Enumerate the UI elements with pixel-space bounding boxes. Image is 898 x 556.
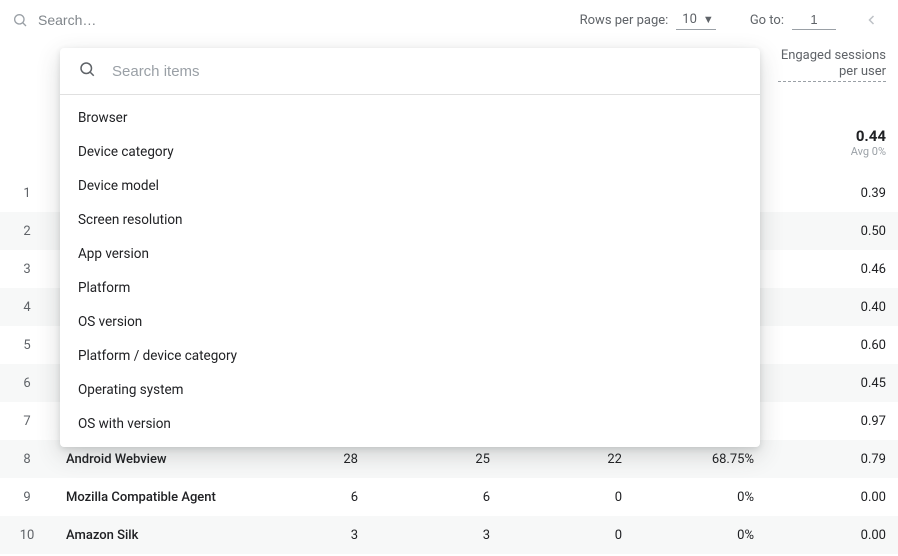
row-value: 0%	[634, 516, 766, 554]
dimension-search-input[interactable]	[110, 62, 742, 81]
dimension-option[interactable]: Screen resolution	[60, 203, 760, 237]
row-value: 6	[238, 478, 370, 516]
row-index: 2	[0, 212, 54, 250]
row-engaged-sessions: 0.50	[766, 212, 898, 250]
dimension-option[interactable]: Device model	[60, 169, 760, 203]
row-index: 8	[0, 440, 54, 478]
goto-page-input[interactable]	[792, 10, 836, 30]
dimension-option[interactable]: Browser	[60, 101, 760, 135]
summary-sub: Avg 0%	[778, 145, 886, 158]
row-index: 3	[0, 250, 54, 288]
row-value: 6	[370, 478, 502, 516]
dimension-picker-dropdown: BrowserDevice categoryDevice modelScreen…	[60, 48, 760, 447]
dimension-option[interactable]: OS version	[60, 305, 760, 339]
row-index: 6	[0, 364, 54, 402]
row-value: 0	[502, 478, 634, 516]
goto-label: Go to:	[750, 13, 784, 28]
rows-per-page-select[interactable]: 10 ▼	[676, 10, 716, 30]
row-index: 5	[0, 326, 54, 364]
row-value: 3	[370, 516, 502, 554]
dimension-option[interactable]: Platform	[60, 271, 760, 305]
dimension-option[interactable]: App version	[60, 237, 760, 271]
row-engaged-sessions: 0.79	[766, 440, 898, 478]
row-index: 4	[0, 288, 54, 326]
chevron-down-icon: ▼	[703, 13, 714, 26]
row-browser[interactable]: Amazon Silk	[54, 516, 238, 554]
table-row: 9Mozilla Compatible Agent6600%0.00	[0, 478, 898, 516]
row-engaged-sessions: 0.60	[766, 326, 898, 364]
pager-prev-button[interactable]	[858, 6, 886, 34]
row-index: 9	[0, 478, 54, 516]
row-engaged-sessions: 0.39	[766, 174, 898, 212]
rows-per-page-value: 10	[682, 12, 697, 27]
row-engaged-sessions: 0.00	[766, 478, 898, 516]
row-engaged-sessions: 0.40	[766, 288, 898, 326]
row-engaged-sessions: 0.97	[766, 402, 898, 440]
row-index: 10	[0, 516, 54, 554]
rows-per-page-label: Rows per page:	[580, 13, 669, 28]
row-value: 0%	[634, 478, 766, 516]
row-index: 1	[0, 174, 54, 212]
row-value: 0	[502, 516, 634, 554]
table-row: 10Amazon Silk3300%0.00	[0, 516, 898, 554]
row-engaged-sessions: 0.46	[766, 250, 898, 288]
dimension-option[interactable]: Platform / device category	[60, 339, 760, 373]
row-engaged-sessions: 0.45	[766, 364, 898, 402]
search-icon	[12, 12, 28, 28]
summary-value: 0.44	[778, 127, 886, 145]
row-index: 7	[0, 402, 54, 440]
row-browser[interactable]: Mozilla Compatible Agent	[54, 478, 238, 516]
search-icon	[78, 60, 96, 82]
table-search-input[interactable]	[36, 11, 156, 29]
dimension-option[interactable]: Device category	[60, 135, 760, 169]
dimension-option[interactable]: OS with version	[60, 407, 760, 441]
row-value: 3	[238, 516, 370, 554]
row-engaged-sessions: 0.00	[766, 516, 898, 554]
column-header-engaged-sessions[interactable]: Engaged sessions per user	[766, 40, 898, 110]
dimension-option[interactable]: Operating system	[60, 373, 760, 407]
